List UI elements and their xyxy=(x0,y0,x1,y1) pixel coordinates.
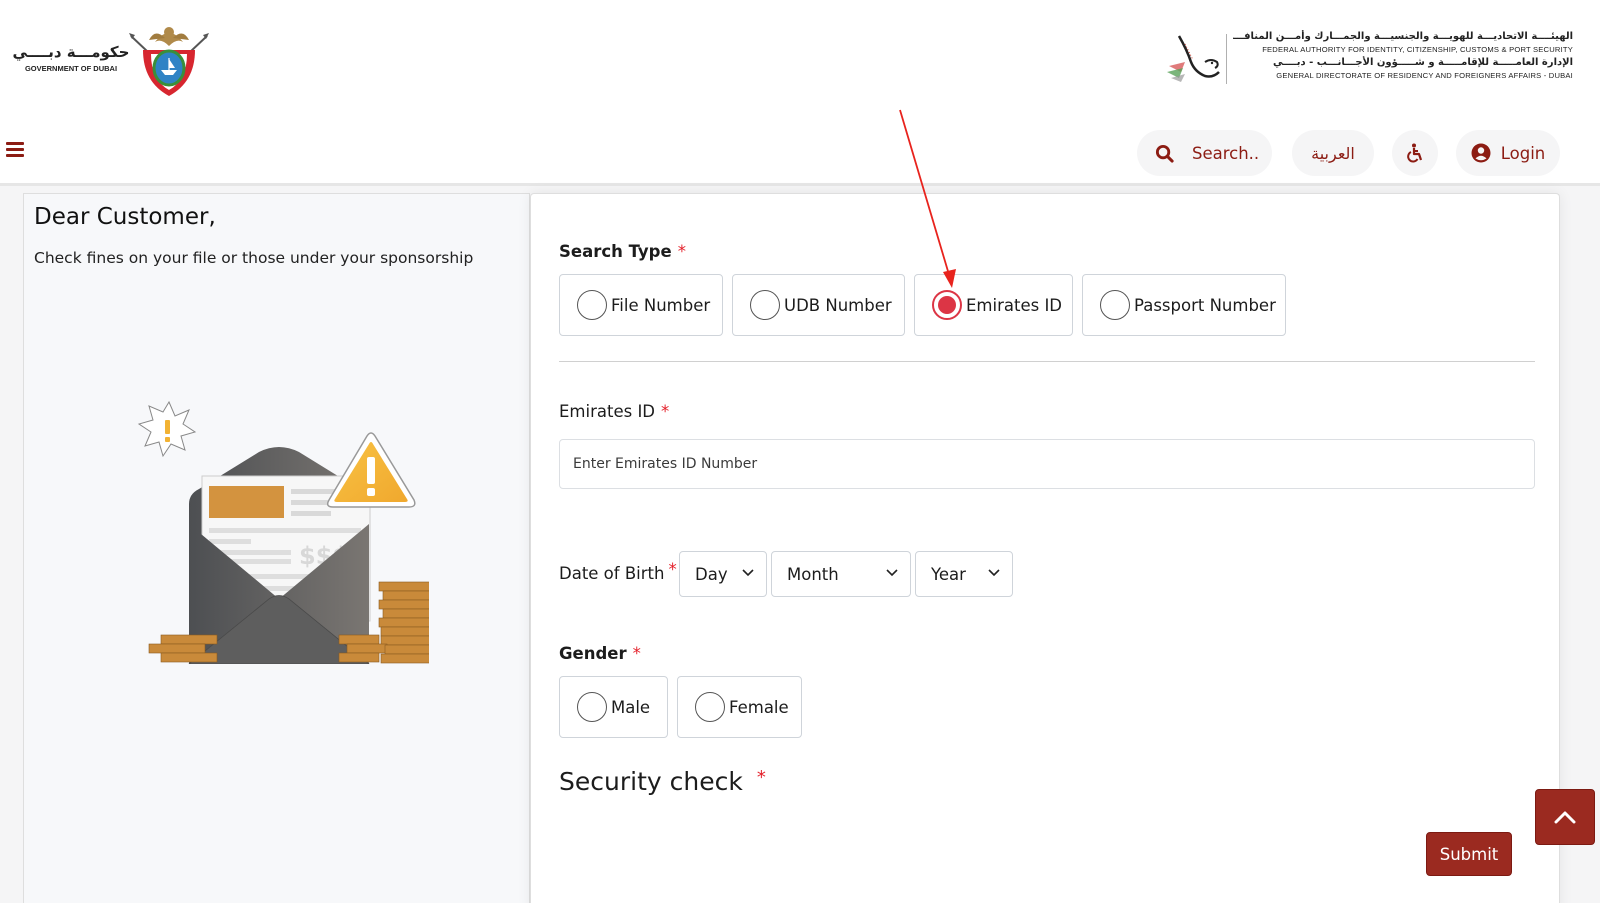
search-icon xyxy=(1155,144,1174,163)
menu-bar xyxy=(6,142,24,145)
required-mark: * xyxy=(756,767,766,788)
required-mark: * xyxy=(668,560,677,579)
date-of-birth-label: Date of Birth * xyxy=(559,551,677,597)
language-label: العربية xyxy=(1311,143,1355,163)
falcon-logo-icon xyxy=(1167,35,1220,82)
ica-line2-arabic: الإدارة العامـــــة للإقامـــــة و شــــ… xyxy=(1272,57,1573,68)
section-divider xyxy=(559,361,1535,362)
dob-year-value: Year xyxy=(931,564,966,584)
radio-label: Passport Number xyxy=(1134,295,1276,315)
radio-button[interactable] xyxy=(1100,290,1130,320)
ica-line1-english: FEDERAL AUTHORITY FOR IDENTITY, CITIZENS… xyxy=(1262,45,1573,54)
submit-button[interactable]: Submit xyxy=(1426,832,1512,876)
radio-button[interactable] xyxy=(577,692,607,722)
emirates-id-label: Emirates ID * xyxy=(559,402,669,421)
radio-button[interactable] xyxy=(577,290,607,320)
radio-label: UDB Number xyxy=(784,295,892,315)
menu-bar xyxy=(6,154,24,157)
login-button[interactable]: Login xyxy=(1456,130,1560,176)
gender-male[interactable]: Male xyxy=(559,676,668,738)
info-panel: Dear Customer, Check fines on your file … xyxy=(23,193,530,903)
chevron-down-icon xyxy=(988,569,1000,579)
search-type-udb-number[interactable]: UDB Number xyxy=(732,274,905,336)
hamburger-menu-icon[interactable] xyxy=(6,142,24,157)
login-label: Login xyxy=(1500,143,1546,163)
search-type-file-number[interactable]: File Number xyxy=(559,274,723,336)
ica-line1-arabic: الهيئــــة الاتحاديـــة للهويـــة والجنس… xyxy=(1233,31,1573,42)
security-check-heading: Security check * xyxy=(559,767,766,796)
language-toggle-button[interactable]: العربية xyxy=(1292,130,1374,176)
radio-button[interactable] xyxy=(750,290,780,320)
radio-label: Male xyxy=(611,697,651,717)
radio-label: Female xyxy=(729,697,789,717)
search-type-emirates-id[interactable]: Emirates ID xyxy=(914,274,1073,336)
ica-logo-text: الهيئــــة الاتحاديـــة للهويـــة والجنس… xyxy=(1233,30,1573,82)
search-type-label: Search Type * xyxy=(559,242,686,261)
dob-year-select[interactable]: Year xyxy=(915,551,1013,597)
radio-label: Emirates ID xyxy=(966,295,1063,315)
dob-month-value: Month xyxy=(787,564,839,584)
gender-female[interactable]: Female xyxy=(677,676,802,738)
search-button[interactable]: Search.. xyxy=(1137,130,1272,176)
required-mark: * xyxy=(661,402,670,421)
gov-logo-english: GOVERNMENT OF DUBAI xyxy=(24,64,118,73)
security-check-text: Security check xyxy=(559,767,743,796)
search-type-passport-number[interactable]: Passport Number xyxy=(1082,274,1286,336)
warning-triangle-icon xyxy=(326,432,416,508)
user-circle-icon xyxy=(1471,143,1491,163)
header: حكومـــة دبــــي GOVERNMENT OF DUBAI اله… xyxy=(0,0,1600,186)
gender-label: Gender * xyxy=(559,644,641,663)
search-label: Search.. xyxy=(1192,143,1260,163)
greeting-heading: Dear Customer, xyxy=(34,204,216,230)
date-of-birth-label-text: Date of Birth xyxy=(559,564,665,583)
radio-label: File Number xyxy=(611,295,711,315)
dob-day-value: Day xyxy=(695,564,728,584)
ica-line2-english: GENERAL DIRECTORATE OF RESIDENCY AND FOR… xyxy=(1276,71,1573,80)
required-mark: * xyxy=(632,644,641,663)
check-fines-form: Search Type * File Number UDB Number Emir… xyxy=(530,193,1560,903)
radio-button-selected[interactable] xyxy=(932,290,962,320)
dubai-emblem-icon xyxy=(129,27,209,96)
gov-logo-text: حكومـــة دبــــي GOVERNMENT OF DUBAI xyxy=(12,43,130,73)
alert-burst-icon xyxy=(137,400,197,458)
required-mark: * xyxy=(677,242,686,261)
ica-logo[interactable]: الهيئــــة الاتحاديـــة للهويـــة والجنس… xyxy=(1165,30,1575,90)
emirates-id-label-text: Emirates ID xyxy=(559,402,656,421)
chevron-down-icon xyxy=(886,569,898,579)
scroll-to-top-button[interactable] xyxy=(1535,789,1595,845)
info-subtext: Check fines on your file or those under … xyxy=(34,249,474,267)
chevron-up-icon xyxy=(1554,811,1576,824)
search-type-label-text: Search Type xyxy=(559,242,672,261)
gov-logo-arabic: حكومـــة دبــــي xyxy=(12,43,130,61)
dob-month-select[interactable]: Month xyxy=(771,551,911,597)
page: حكومـــة دبــــي GOVERNMENT OF DUBAI اله… xyxy=(0,0,1600,903)
ica-logo-divider xyxy=(1226,34,1227,84)
dob-day-select[interactable]: Day xyxy=(679,551,767,597)
gender-label-text: Gender xyxy=(559,644,627,663)
menu-bar xyxy=(6,148,24,151)
accessibility-button[interactable] xyxy=(1392,130,1438,176)
wheelchair-icon xyxy=(1407,143,1423,163)
fines-envelope-illustration: $$$ xyxy=(137,400,429,664)
chevron-down-icon xyxy=(742,569,754,579)
government-of-dubai-logo[interactable]: حكومـــة دبــــي GOVERNMENT OF DUBAI xyxy=(10,18,210,98)
submit-label: Submit xyxy=(1439,844,1499,864)
emirates-id-input[interactable] xyxy=(559,439,1535,489)
radio-button[interactable] xyxy=(695,692,725,722)
